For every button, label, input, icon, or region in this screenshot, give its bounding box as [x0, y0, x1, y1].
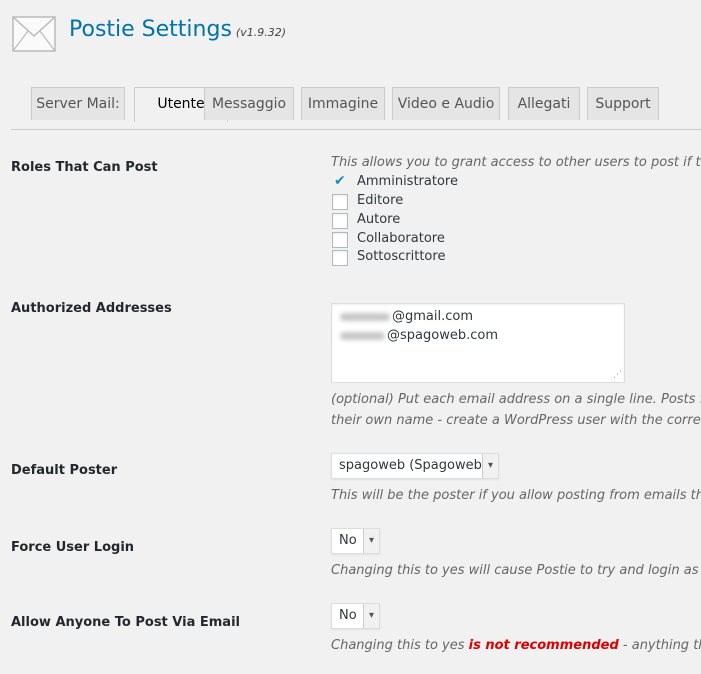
- version-label: (v1.9.32): [235, 26, 286, 39]
- tab-support[interactable]: Support: [587, 87, 659, 120]
- default-poster-description: This will be the poster if you allow pos…: [331, 488, 701, 503]
- authorized-help-line-2: their own name - create a WordPress user…: [331, 413, 701, 428]
- force-login-description: Changing this to yes will cause Postie t…: [331, 563, 701, 578]
- checkbox[interactable]: ✔: [332, 173, 348, 191]
- tab-video-audio[interactable]: Video e Audio: [392, 87, 500, 120]
- tab-immagine[interactable]: Immagine: [301, 87, 385, 120]
- role-label: Autore: [357, 212, 401, 227]
- default-poster-select[interactable]: spagoweb (Spagoweb) ▾: [331, 453, 499, 479]
- redacted-text: [340, 331, 385, 340]
- role-label: Editore: [357, 193, 404, 208]
- role-label: Amministratore: [357, 174, 458, 189]
- authorized-help-line-1: (optional) Put each email address on a s…: [331, 392, 701, 407]
- desc-prefix: Changing this to yes: [331, 638, 469, 653]
- checkmark-icon: ✔: [334, 173, 346, 189]
- tab-server-mail[interactable]: Server Mail:: [31, 87, 125, 120]
- select-value: No: [339, 608, 357, 623]
- allow-anyone-description: Changing this to yes is not recommended …: [331, 638, 701, 653]
- desc-suffix: - anything that g: [622, 638, 701, 653]
- page-title: Postie Settings (v1.9.32): [69, 17, 286, 42]
- select-value: spagoweb (Spagoweb): [339, 458, 487, 473]
- checkbox[interactable]: [332, 213, 348, 229]
- resize-handle-icon[interactable]: ⋰: [613, 370, 622, 380]
- default-poster-label: Default Poster: [11, 463, 118, 478]
- authorized-addresses-label: Authorized Addresses: [11, 301, 172, 316]
- checkbox[interactable]: [332, 232, 348, 248]
- tabs-divider: [11, 129, 701, 130]
- chevron-down-icon[interactable]: ▾: [482, 454, 498, 478]
- redacted-text: [340, 312, 390, 321]
- address-domain: @gmail.com: [392, 309, 474, 324]
- address-line: @spagoweb.com: [340, 328, 498, 343]
- roles-description: This allows you to grant access to other…: [331, 155, 701, 170]
- page-title-text: Postie Settings: [69, 17, 232, 42]
- warning-text: is not recommended: [468, 638, 619, 653]
- tab-messaggio[interactable]: Messaggio: [204, 87, 294, 120]
- force-login-select[interactable]: No ▾: [331, 528, 380, 554]
- roles-label: Roles That Can Post: [11, 160, 158, 175]
- tab-allegati[interactable]: Allegati: [508, 87, 580, 120]
- chevron-down-icon[interactable]: ▾: [363, 604, 379, 628]
- force-login-label: Force User Login: [11, 540, 135, 555]
- chevron-down-icon[interactable]: ▾: [363, 529, 379, 553]
- envelope-icon: [12, 16, 56, 52]
- checkbox[interactable]: [332, 194, 348, 210]
- allow-anyone-label: Allow Anyone To Post Via Email: [11, 615, 240, 630]
- address-domain: @spagoweb.com: [387, 328, 498, 343]
- role-label: Collaboratore: [357, 231, 445, 246]
- checkbox[interactable]: [332, 250, 348, 266]
- allow-anyone-select[interactable]: No ▾: [331, 603, 380, 629]
- authorized-addresses-textarea[interactable]: @gmail.com @spagoweb.com ⋰: [331, 303, 625, 383]
- select-value: No: [339, 533, 357, 548]
- address-line: @gmail.com: [340, 309, 473, 324]
- role-label: Sottoscrittore: [357, 249, 446, 264]
